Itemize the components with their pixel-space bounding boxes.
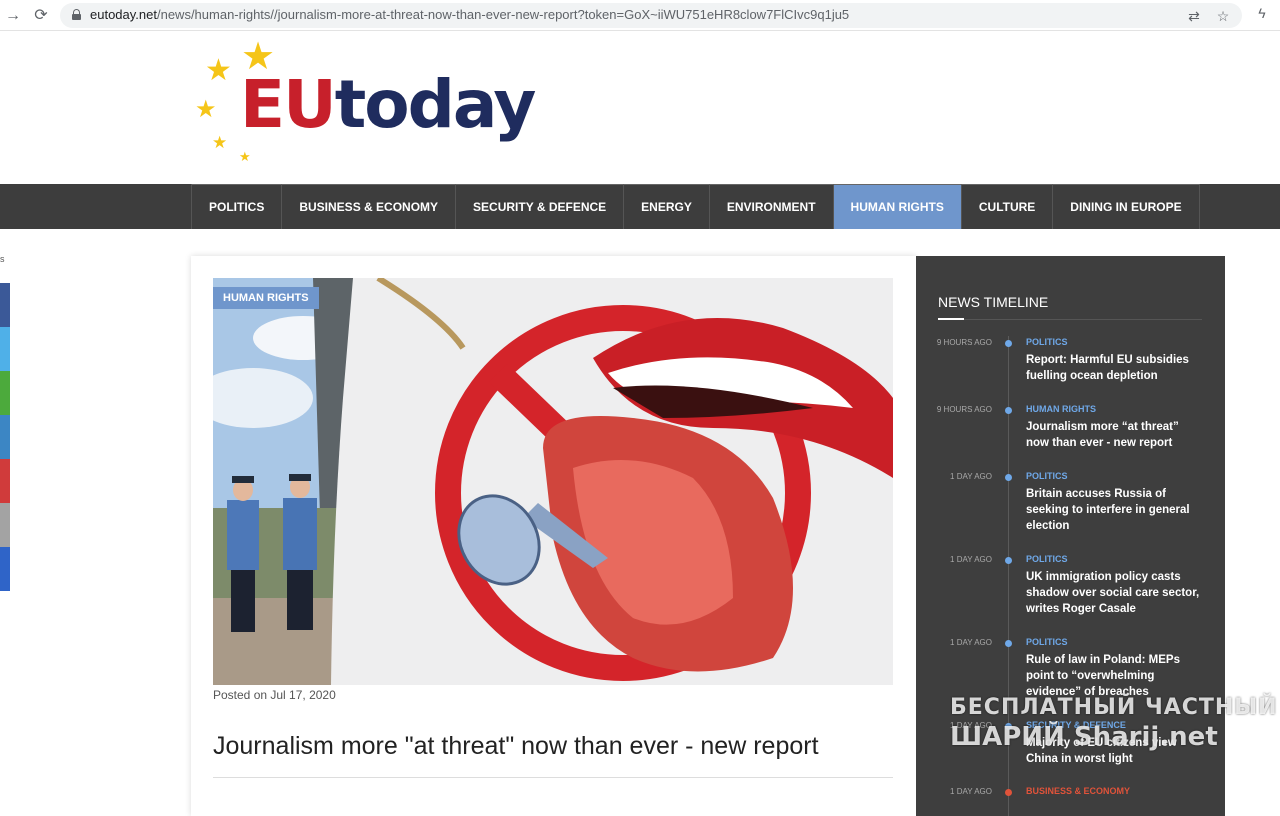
email-share-icon[interactable] <box>0 503 10 547</box>
timeline-entry-category[interactable]: POLITICS <box>1026 337 1068 347</box>
article-category-badge[interactable]: HUMAN RIGHTS <box>213 287 319 309</box>
article-card: HUMAN RIGHTS Posted on Jul 17, 2020 Jour… <box>191 256 916 816</box>
title-divider <box>213 777 893 778</box>
timeline-dot-icon <box>1005 340 1012 347</box>
bookmark-star-icon[interactable]: ☆ <box>1214 7 1232 25</box>
timeline-entry-time: 1 DAY AGO <box>950 638 992 647</box>
timeline-entry-time: 1 DAY AGO <box>950 555 992 564</box>
timeline-entry-title[interactable]: Journalism more “at threat” now than eve… <box>1026 419 1204 451</box>
left-strip-letter: s <box>0 254 5 264</box>
nav-human-rights[interactable]: HUMAN RIGHTS <box>833 184 962 229</box>
address-bar[interactable]: eutoday.net/news/human-rights//journalis… <box>60 3 1242 28</box>
timeline-entry-title[interactable]: Britain accuses Russia of seeking to int… <box>1026 486 1204 534</box>
nav-culture[interactable]: CULTURE <box>961 184 1054 229</box>
watermark-line-1: БЕСПЛАТНЫЙ ЧАСТНЫЙ <box>950 695 1278 720</box>
star-icon: ★ <box>195 96 217 123</box>
url-host: eutoday.net <box>90 7 157 22</box>
timeline-entry-time: 9 HOURS AGO <box>936 338 992 347</box>
nav-dining-in-europe[interactable]: DINING IN EUROPE <box>1053 184 1200 229</box>
url-path: /news/human-rights//journalism-more-at-t… <box>156 7 850 22</box>
forward-arrow-icon[interactable]: → <box>2 5 24 27</box>
pinterest-share-icon[interactable] <box>0 459 10 503</box>
nav-environment[interactable]: ENVIRONMENT <box>709 184 834 229</box>
translate-icon[interactable]: ⇄ <box>1185 7 1203 25</box>
logo-eu: EU <box>240 66 337 143</box>
nav-politics[interactable]: POLITICS <box>192 184 283 229</box>
lock-icon <box>72 9 81 20</box>
nav-security-defence[interactable]: SECURITY & DEFENCE <box>456 184 625 229</box>
timeline-entry-category[interactable]: HUMAN RIGHTS <box>1026 404 1096 414</box>
watermark: БЕСПЛАТНЫЙ ЧАСТНЫЙ ШАРИЙ Sharij.net <box>950 695 1278 752</box>
facebook-share-icon[interactable] <box>0 283 10 327</box>
logo-wordmark: EUtoday <box>240 72 536 138</box>
logo-today: today <box>334 66 537 143</box>
timeline-entry-time: 9 HOURS AGO <box>936 405 992 414</box>
timeline-entry-title[interactable]: Rule of law in Poland: MEPs point to “ov… <box>1026 652 1204 700</box>
star-icon: ★ <box>205 54 232 87</box>
more-share-icon[interactable] <box>0 547 10 591</box>
article-title: Journalism more "at threat" now than eve… <box>213 732 819 760</box>
timeline-heading-divider <box>938 318 1202 320</box>
main-nav: POLITICS BUSINESS & ECONOMY SECURITY & D… <box>0 184 1280 229</box>
site-logo[interactable]: ★ ★ ★ ★ ★ EUtoday <box>195 38 536 168</box>
timeline-dot-icon <box>1005 557 1012 564</box>
star-icon: ★ <box>212 133 228 152</box>
browser-toolbar: → ⟳ eutoday.net/news/human-rights//journ… <box>0 0 1280 31</box>
timeline-dot-icon <box>1005 474 1012 481</box>
extension-bolt-icon[interactable]: ϟ <box>1253 4 1271 22</box>
article-posted-date: Posted on Jul 17, 2020 <box>213 688 336 702</box>
timeline-dot-icon <box>1005 640 1012 647</box>
twitter-share-icon[interactable] <box>0 327 10 371</box>
timeline-dot-icon <box>1005 407 1012 414</box>
nav-energy[interactable]: ENERGY <box>624 184 710 229</box>
timeline-dot-icon <box>1005 789 1012 796</box>
timeline-entry-time: 1 DAY AGO <box>950 787 992 796</box>
timeline-entry-title[interactable]: UK immigration policy casts shadow over … <box>1026 569 1204 617</box>
star-icon: ★ <box>239 149 251 164</box>
timeline-entry-category[interactable]: POLITICS <box>1026 471 1068 481</box>
timeline-entry-title[interactable]: Report: Harmful EU subsidies fuelling oc… <box>1026 352 1204 384</box>
url-text: eutoday.net/news/human-rights//journalis… <box>90 7 849 22</box>
whatsapp-share-icon[interactable] <box>0 371 10 415</box>
nav-business-economy[interactable]: BUSINESS & ECONOMY <box>282 184 457 229</box>
linkedin-share-icon[interactable] <box>0 415 10 459</box>
article-hero-image <box>213 278 893 685</box>
watermark-line-2: ШАРИЙ Sharij.net <box>950 722 1218 752</box>
reload-icon[interactable]: ⟳ <box>30 5 52 27</box>
timeline-entry-category[interactable]: BUSINESS & ECONOMY <box>1026 786 1130 796</box>
timeline-heading: NEWS TIMELINE <box>938 294 1049 310</box>
timeline-entry-category[interactable]: POLITICS <box>1026 554 1068 564</box>
timeline-entry-category[interactable]: POLITICS <box>1026 637 1068 647</box>
timeline-entry-time: 1 DAY AGO <box>950 472 992 481</box>
